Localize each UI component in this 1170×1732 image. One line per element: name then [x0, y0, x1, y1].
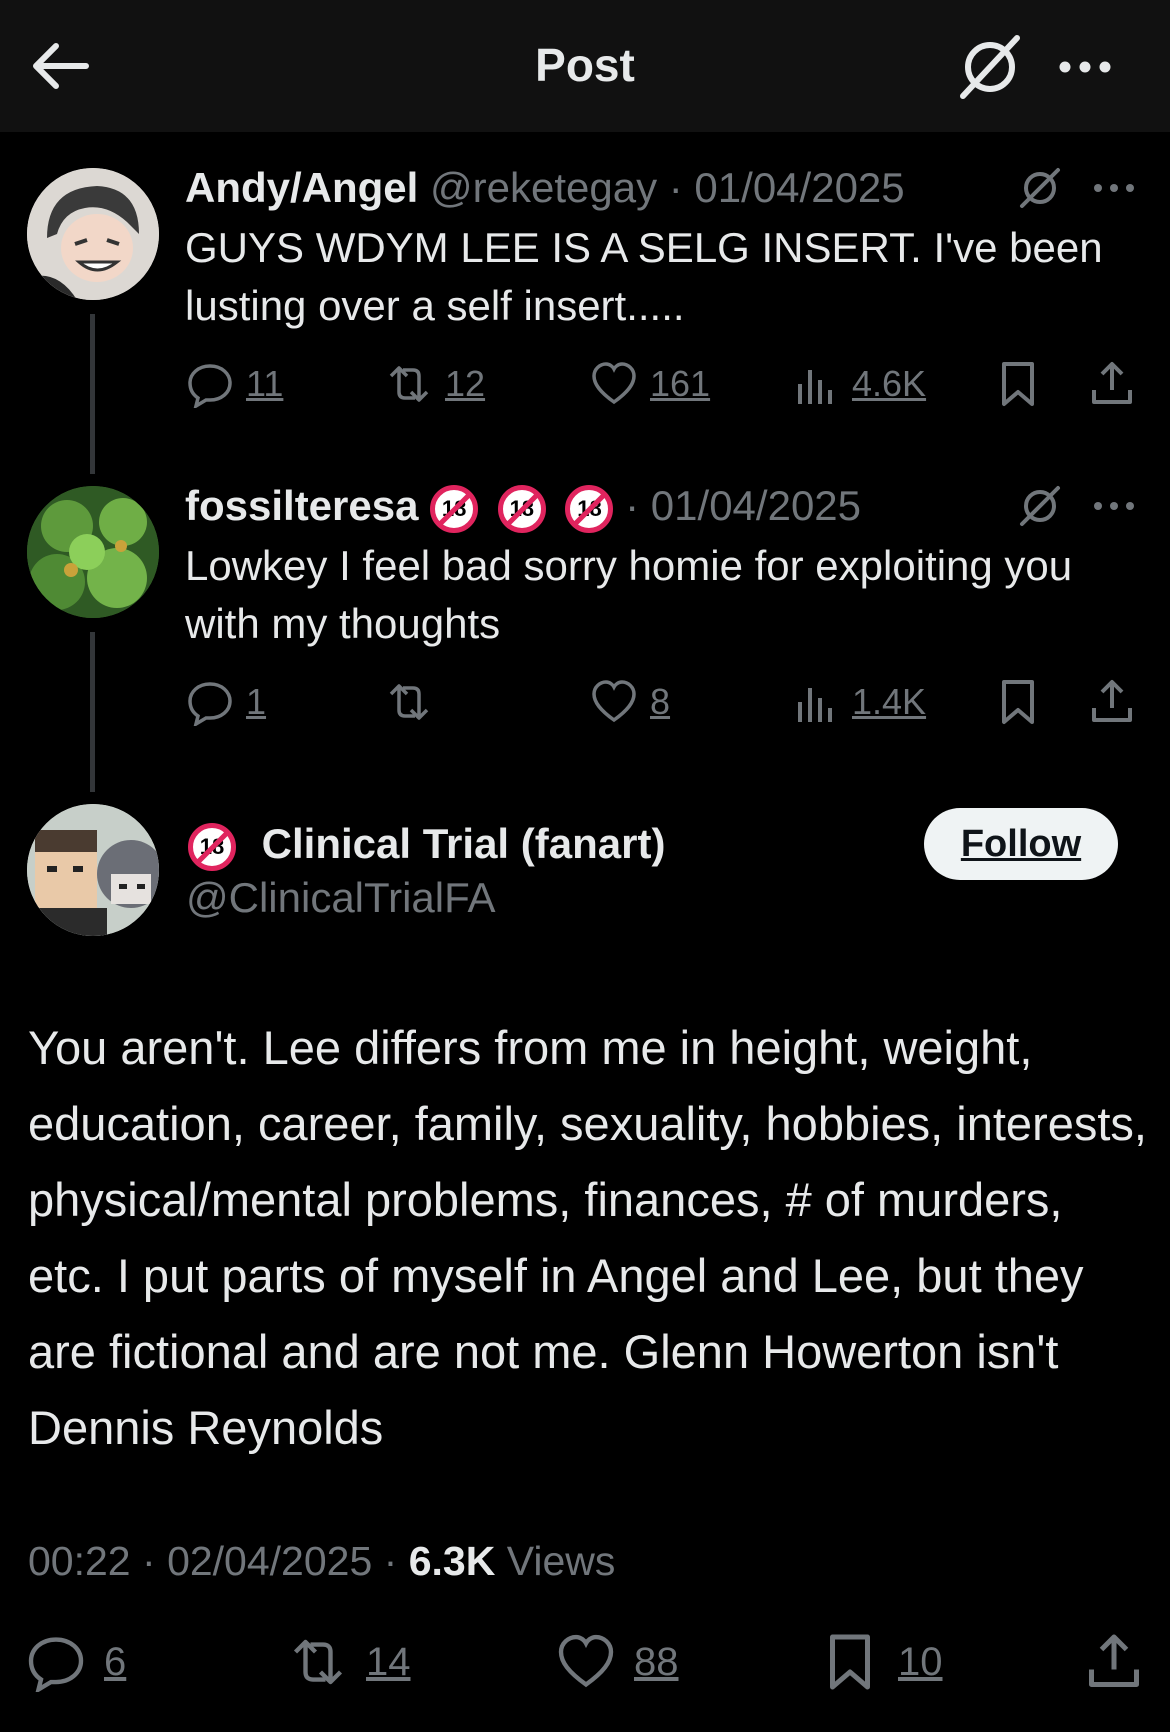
heart-icon — [558, 1634, 614, 1688]
more-horizontal-icon[interactable] — [1092, 176, 1136, 200]
grok-icon[interactable] — [955, 32, 1025, 102]
handle[interactable]: @ClinicalTrialFA — [186, 874, 495, 922]
like-button[interactable]: 161 — [590, 360, 710, 408]
grok-icon[interactable] — [1018, 166, 1062, 210]
reply-icon — [188, 364, 232, 408]
repost-button[interactable]: 12 — [385, 360, 485, 408]
repost-icon — [293, 1639, 343, 1685]
post-text: You aren't. Lee differs from me in heigh… — [28, 1021, 1147, 1454]
like-button[interactable]: 88 — [556, 1632, 679, 1692]
display-name[interactable]: fossilteresa — [185, 482, 418, 529]
post-header: fossilteresa 18 18 18 · 01/04/2025 — [185, 482, 861, 533]
share-icon[interactable] — [1088, 678, 1136, 726]
repost-icon — [389, 366, 429, 402]
bookmark-icon[interactable] — [994, 678, 1042, 726]
avatar[interactable] — [27, 804, 159, 936]
view-count: 1.4K — [852, 681, 927, 722]
post-time[interactable]: 00:22 — [28, 1538, 131, 1584]
share-icon[interactable] — [1088, 360, 1136, 408]
author-name-row: 18 Clinical Trial (fanart) — [188, 820, 665, 871]
post-meta: 00:22 · 02/04/2025 · 6.3K Views — [28, 1538, 616, 1584]
repost-button[interactable]: 14 — [288, 1632, 411, 1692]
post-text: Lowkey I feel bad sorry homie for exploi… — [185, 542, 1073, 647]
views-button[interactable]: 1.4K — [792, 678, 926, 726]
post-header: Andy/Angel @reketegay · 01/04/2025 — [185, 164, 905, 212]
reply-button[interactable]: 11 — [186, 360, 283, 408]
more-horizontal-icon[interactable] — [1055, 52, 1115, 82]
bookmark-count: 10 — [898, 1639, 943, 1684]
like-count: 88 — [634, 1639, 679, 1684]
like-button[interactable]: 8 — [590, 678, 670, 726]
top-bar: Post — [0, 0, 1170, 132]
reply-icon — [188, 682, 232, 726]
more-horizontal-icon[interactable] — [1092, 494, 1136, 518]
avatar-illustration — [27, 168, 159, 300]
analytics-icon — [798, 370, 832, 404]
heart-icon — [592, 362, 636, 405]
adult-content-badge: 18 — [497, 484, 546, 533]
like-count: 8 — [650, 681, 671, 722]
bookmark-icon — [830, 1634, 870, 1690]
adult-content-badge: 18 — [430, 484, 479, 533]
repost-count: 14 — [366, 1639, 411, 1684]
thread-line — [90, 314, 95, 474]
avatar[interactable] — [27, 486, 159, 618]
reply-button[interactable]: 1 — [186, 678, 266, 726]
post-date[interactable]: · 01/04/2025 — [625, 482, 861, 529]
reply-icon — [28, 1637, 84, 1692]
views-label: Views — [506, 1538, 616, 1584]
avatar-illustration — [27, 486, 159, 618]
display-name[interactable]: Andy/Angel — [185, 164, 418, 211]
views-button[interactable]: 4.6K — [792, 360, 926, 408]
post-date[interactable]: · 01/04/2025 — [669, 164, 905, 211]
repost-icon — [389, 684, 429, 720]
post-date[interactable]: 02/04/2025 — [167, 1538, 372, 1584]
thread-line — [90, 632, 95, 792]
reply-count: 1 — [246, 681, 267, 722]
post-text: GUYS WDYM LEE IS A SELG INSERT. I've bee… — [185, 224, 1103, 329]
reply-count: 6 — [104, 1639, 127, 1684]
display-name[interactable]: Clinical Trial (fanart) — [262, 820, 666, 867]
repost-count: 12 — [445, 363, 486, 404]
avatar-illustration — [27, 804, 159, 936]
reply-button[interactable]: 6 — [26, 1632, 126, 1692]
follow-button[interactable]: Follow — [924, 808, 1118, 880]
grok-icon[interactable] — [1018, 484, 1062, 528]
heart-icon — [592, 680, 636, 723]
handle[interactable]: @reketegay — [430, 164, 657, 211]
adult-content-badge: 18 — [565, 484, 614, 533]
views-count: 6.3K — [408, 1538, 496, 1584]
bookmark-button[interactable]: 10 — [820, 1632, 943, 1692]
avatar[interactable] — [27, 168, 159, 300]
view-count: 4.6K — [852, 363, 927, 404]
like-count: 161 — [650, 363, 711, 404]
analytics-icon — [798, 688, 832, 722]
share-icon[interactable] — [1084, 1632, 1144, 1692]
reply-count: 11 — [246, 363, 284, 404]
adult-content-badge: 18 — [188, 822, 236, 871]
bookmark-icon[interactable] — [994, 360, 1042, 408]
repost-button[interactable] — [385, 678, 445, 726]
